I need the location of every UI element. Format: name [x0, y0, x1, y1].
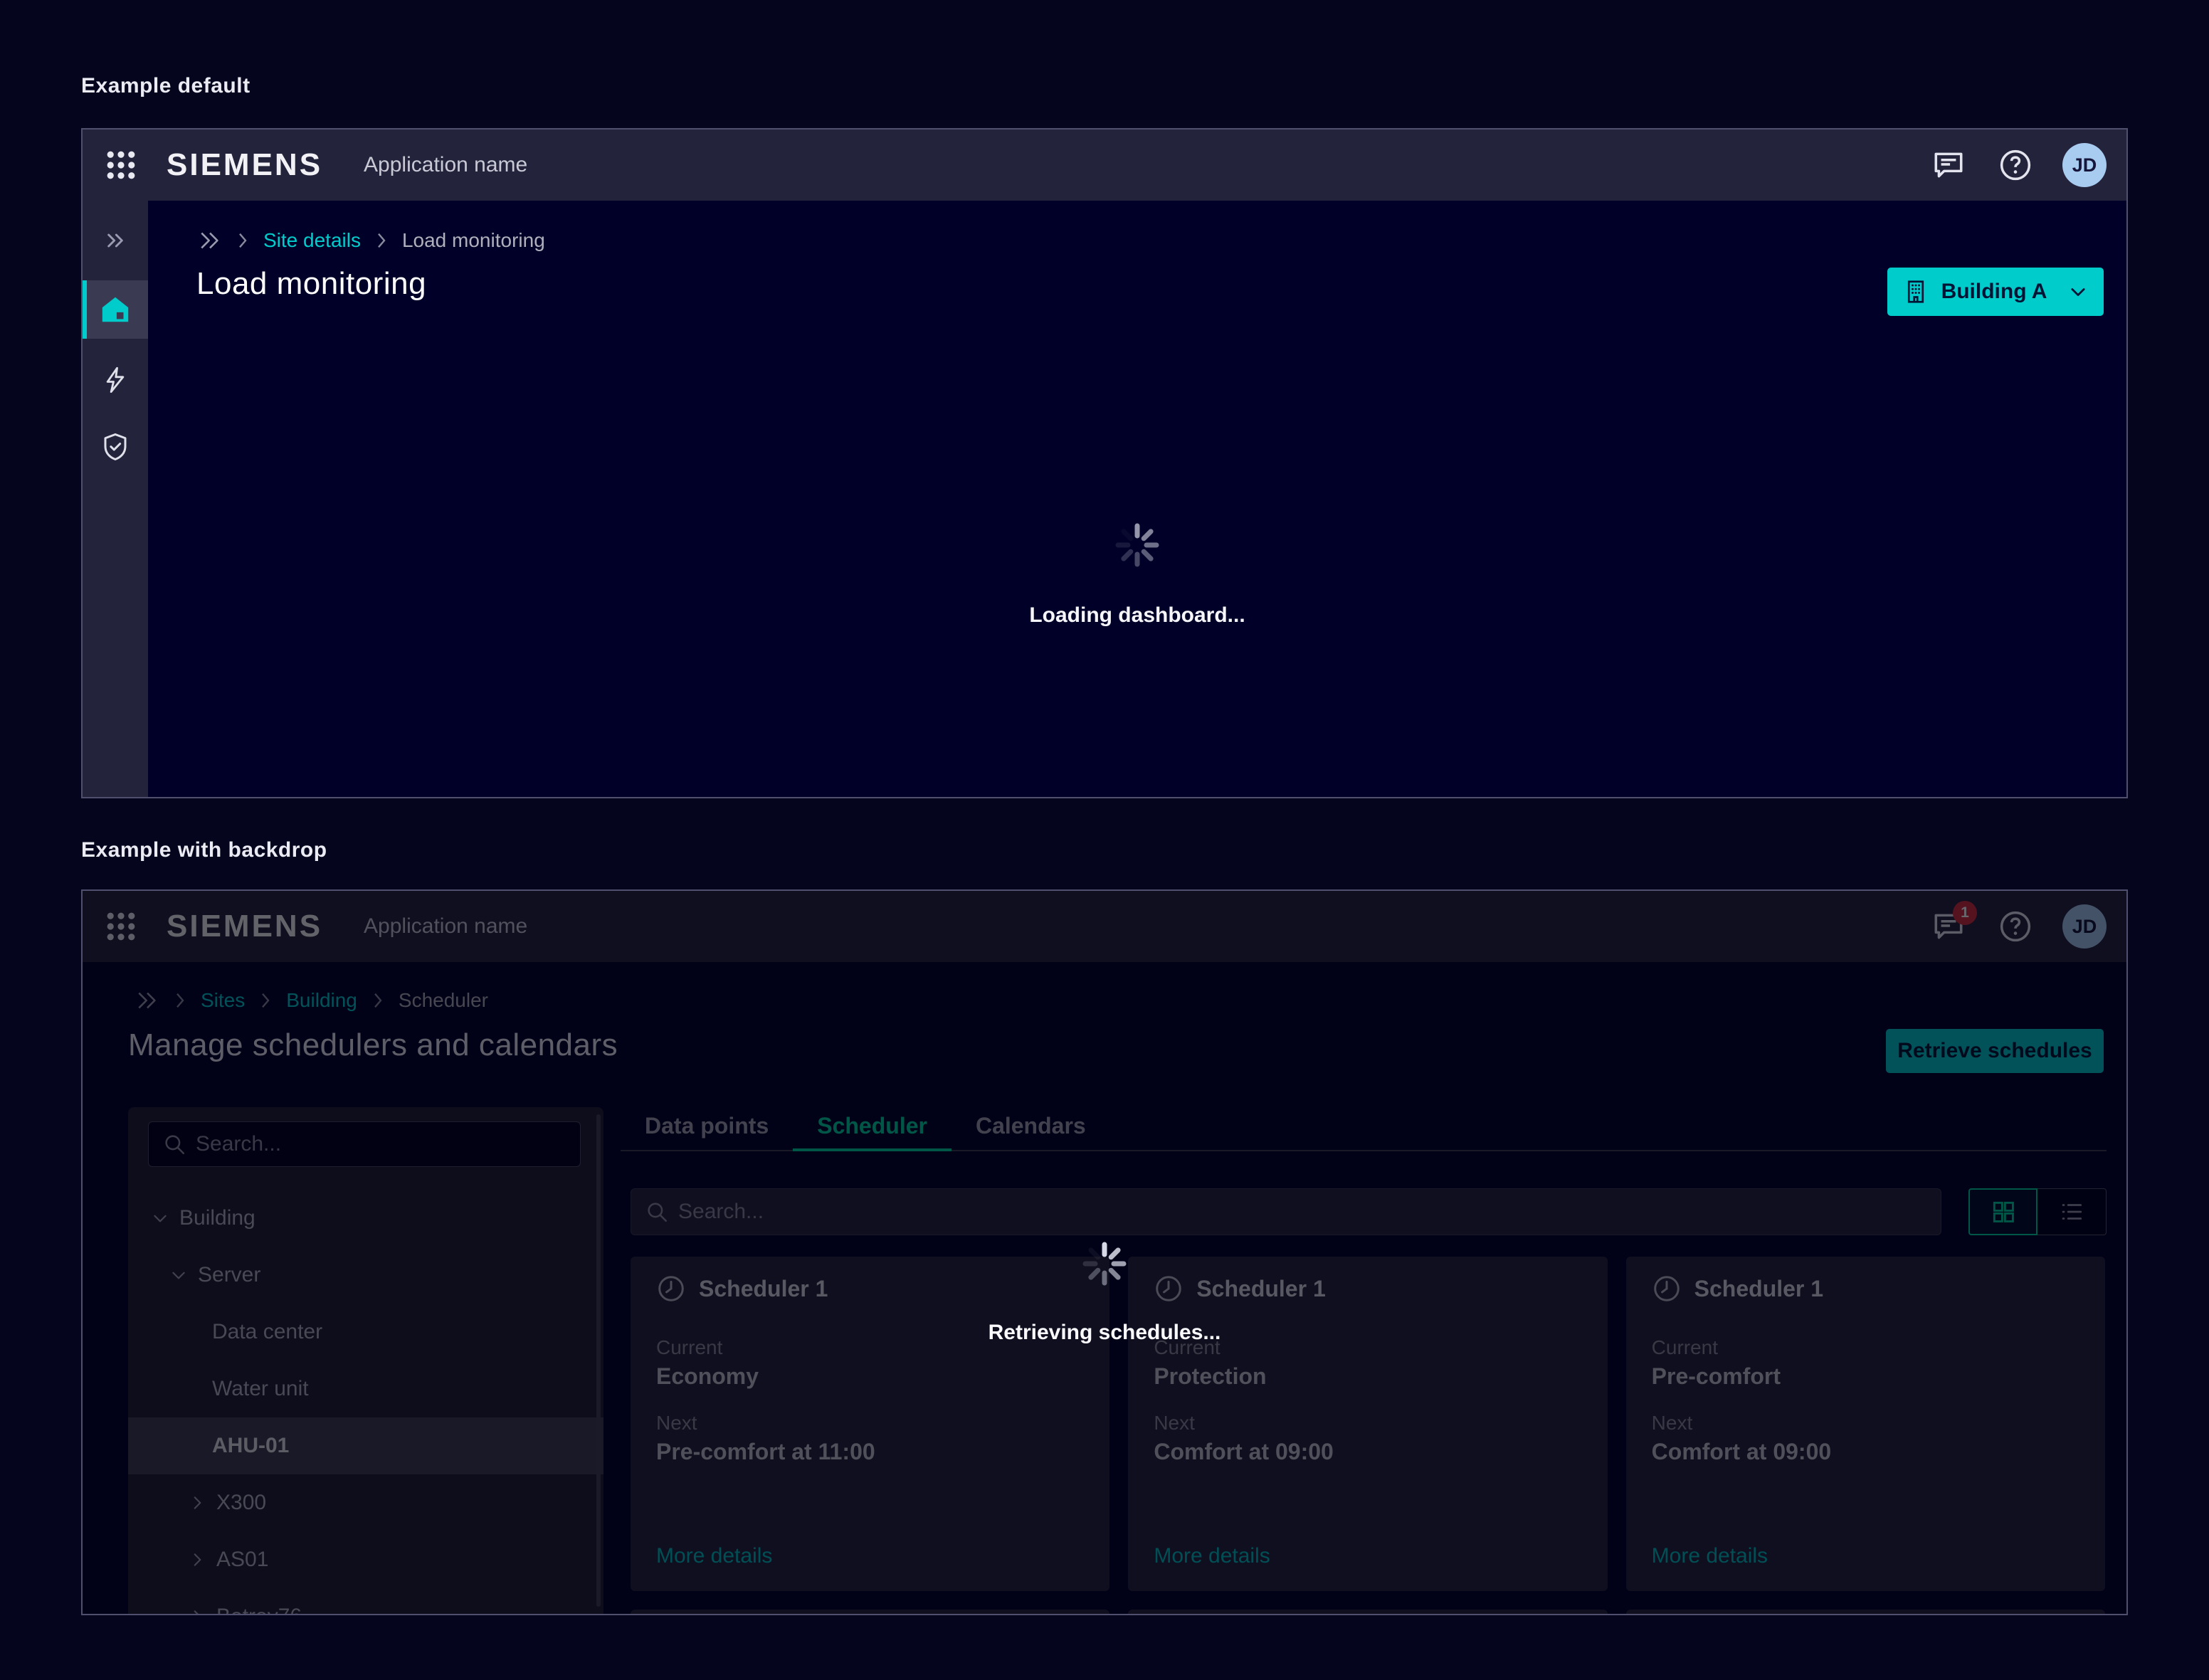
- chevron-separator-icon: [376, 232, 386, 249]
- app-switcher-button[interactable]: [100, 144, 142, 186]
- breadcrumb: Site details Load monitoring: [198, 229, 545, 252]
- icon-sidebar: [83, 201, 148, 797]
- example1-label: Example default: [81, 74, 251, 98]
- home-icon: [99, 293, 132, 326]
- sidebar-expand-button[interactable]: [83, 211, 148, 270]
- example2-label: Example with backdrop: [81, 838, 327, 862]
- lightning-icon: [101, 364, 130, 396]
- header-actions: JD: [1929, 143, 2107, 187]
- feedback-icon: [1931, 147, 1966, 183]
- double-chevron-right-icon: [102, 229, 128, 252]
- siemens-logo: SIEMENS: [167, 147, 322, 183]
- sidebar-item-energy[interactable]: [83, 351, 148, 409]
- example2-app-window: SIEMENS Application name 1: [81, 889, 2128, 1615]
- spinner-icon: [1114, 522, 1160, 568]
- user-avatar[interactable]: JD: [2062, 143, 2107, 187]
- loading-text: Loading dashboard...: [1029, 603, 1245, 628]
- loading-indicator: Retrieving schedules...: [83, 1241, 2126, 1345]
- help-icon: [1998, 147, 2033, 183]
- example1-app-window: SIEMENS Application name JD: [81, 128, 2128, 798]
- app-header: SIEMENS Application name JD: [83, 130, 2126, 201]
- feedback-button[interactable]: [1929, 145, 1968, 185]
- sidebar-item-home[interactable]: [83, 280, 148, 339]
- design-doc-page: Example default SIEMENS Application name: [0, 0, 2209, 1680]
- site-selector-label: Building A: [1941, 280, 2047, 304]
- breadcrumb-link-site-details[interactable]: Site details: [263, 229, 361, 252]
- loading-indicator: Loading dashboard...: [148, 522, 2126, 628]
- shield-check-icon: [100, 431, 130, 463]
- loading-backdrop: Retrieving schedules...: [83, 891, 2126, 1614]
- breadcrumb-current: Load monitoring: [402, 229, 545, 252]
- page-title: Load monitoring: [196, 266, 426, 302]
- app-name: Application name: [364, 153, 527, 177]
- example1-content: Site details Load monitoring Load monito…: [148, 201, 2126, 797]
- sidebar-item-security[interactable]: [83, 418, 148, 476]
- chevron-down-icon: [2068, 282, 2088, 302]
- help-button[interactable]: [1996, 145, 2035, 185]
- loading-text: Retrieving schedules...: [988, 1321, 1221, 1345]
- grid-dots-icon: [105, 149, 137, 181]
- spinner-icon: [1082, 1241, 1127, 1287]
- breadcrumb-root-icon[interactable]: [198, 231, 222, 250]
- site-selector-button[interactable]: Building A: [1887, 268, 2104, 316]
- building-icon: [1903, 279, 1929, 305]
- chevron-separator-icon: [238, 232, 248, 249]
